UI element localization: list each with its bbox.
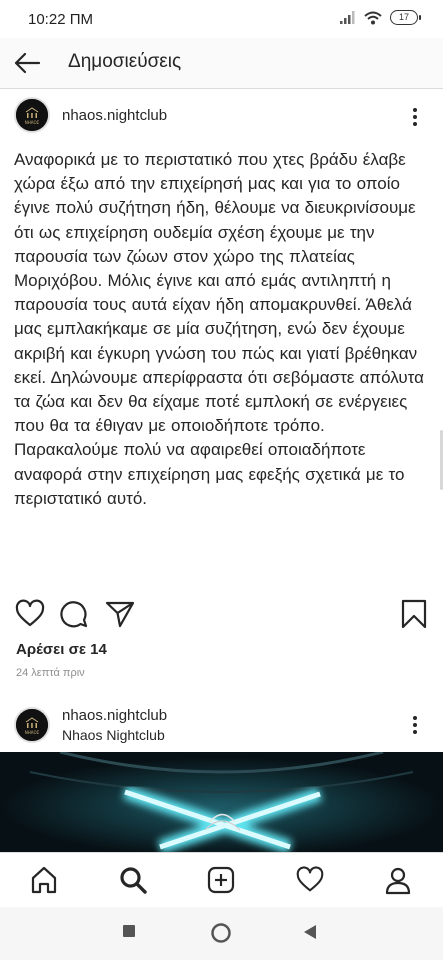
home-button[interactable]	[210, 922, 232, 949]
likes-count[interactable]: Αρέσει σε 14	[16, 641, 107, 658]
comment-button[interactable]	[58, 598, 90, 630]
system-navigation-bar	[0, 907, 443, 960]
share-button[interactable]	[104, 598, 136, 630]
post-location[interactable]: Nhaos Nightclub	[62, 727, 165, 743]
profile-icon	[385, 867, 411, 895]
post-username[interactable]: nhaos.nightclub	[62, 707, 167, 724]
logo-icon: ΝΗΑΟΣ	[16, 709, 48, 741]
more-options-button[interactable]	[403, 105, 427, 129]
status-bar: 10:22 ΠΜ 17	[0, 0, 443, 38]
wifi-icon	[364, 11, 382, 24]
arrow-left-icon	[14, 52, 41, 74]
post-caption: Αναφορικά με το περιστατικό που χτες βρά…	[14, 150, 424, 508]
heart-icon	[15, 599, 45, 627]
search-icon	[120, 867, 147, 894]
comment-icon	[60, 601, 88, 628]
activity-heart-icon	[296, 866, 324, 892]
back-nav-button[interactable]	[303, 924, 317, 945]
logo-icon: ΝΗΑΟΣ	[16, 99, 48, 131]
status-icons: 17	[340, 10, 421, 25]
svg-text:ΝΗΑΟΣ: ΝΗΑΟΣ	[25, 120, 40, 125]
battery-icon: 17	[390, 10, 421, 25]
status-time: 10:22 ΠΜ	[28, 11, 94, 28]
neon-light-image	[0, 752, 443, 852]
back-button[interactable]	[12, 49, 42, 77]
tab-activity[interactable]	[295, 865, 325, 895]
more-options-button[interactable]	[403, 713, 427, 737]
battery-level: 17	[398, 12, 409, 22]
tab-search[interactable]	[118, 865, 148, 895]
recents-button[interactable]	[122, 924, 136, 943]
svg-text:ΝΗΑΟΣ: ΝΗΑΟΣ	[25, 730, 40, 735]
more-vertical-icon	[413, 108, 417, 126]
post-timestamp: 24 λεπτά πριν	[16, 667, 85, 679]
signal-icon	[340, 11, 355, 24]
page-title: Δημοσιεύσεις	[68, 51, 182, 72]
tab-home[interactable]	[29, 865, 59, 895]
bottom-tab-bar	[0, 852, 443, 908]
back-triangle-icon	[304, 925, 316, 939]
app-header: Δημοσιεύσεις	[0, 38, 443, 89]
save-button[interactable]	[398, 598, 430, 630]
home-icon	[31, 866, 57, 894]
post-actions	[0, 598, 443, 634]
post-header: ΝΗΑΟΣ nhaos.nightclub	[0, 89, 443, 141]
post-image[interactable]	[0, 752, 443, 852]
like-button[interactable]	[14, 598, 46, 630]
more-vertical-icon	[413, 716, 417, 734]
avatar[interactable]: ΝΗΑΟΣ	[14, 707, 50, 743]
send-icon	[105, 601, 135, 628]
bookmark-icon	[401, 599, 427, 629]
add-icon	[207, 866, 235, 894]
avatar[interactable]: ΝΗΑΟΣ	[14, 97, 50, 133]
recents-square-icon	[123, 925, 135, 937]
post-username[interactable]: nhaos.nightclub	[62, 107, 167, 124]
tab-add[interactable]	[206, 865, 236, 895]
post-header: ΝΗΑΟΣ nhaos.nightclub Nhaos Nightclub	[0, 701, 443, 753]
tab-profile[interactable]	[383, 865, 413, 895]
home-circle-icon	[211, 923, 231, 943]
